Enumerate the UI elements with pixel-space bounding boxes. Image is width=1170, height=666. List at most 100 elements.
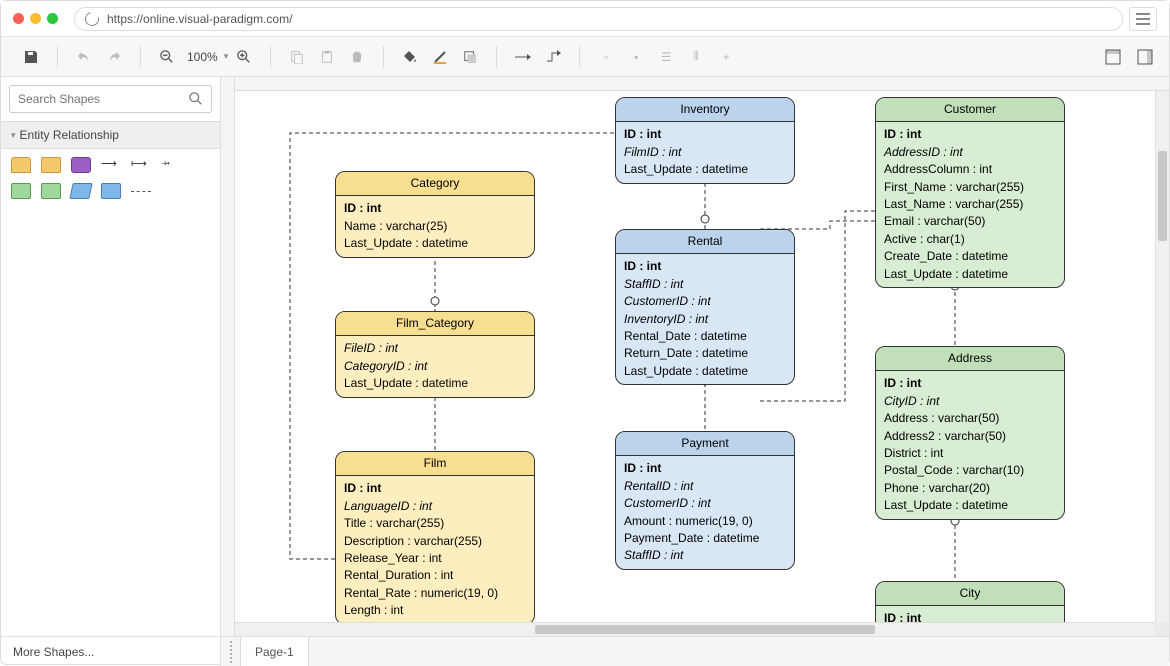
entity-attribute: Create_Date : datetime <box>884 248 1056 265</box>
sidebar: Entity Relationship ⟶ ⟼ ⤞ <box>1 77 221 636</box>
entity-attribute: CustomerID : int <box>624 293 786 310</box>
entity-body: ID : intName : varchar(25)Last_Update : … <box>336 196 534 256</box>
shape-entity-blue2[interactable] <box>101 183 121 199</box>
entity-attribute: Last_Name : varchar(255) <box>884 196 1056 213</box>
entity-rental[interactable]: Rental ID : intStaffID : intCustomerID :… <box>615 229 795 385</box>
entity-attribute: Amount : numeric(19, 0) <box>624 513 786 530</box>
shape-entity-yellow[interactable] <box>11 157 31 173</box>
shadow-button[interactable] <box>456 43 484 71</box>
entity-attribute: Description : varchar(255) <box>344 533 526 550</box>
horizontal-scrollbar[interactable] <box>235 622 1155 636</box>
more-shapes-button[interactable]: More Shapes... <box>1 637 221 666</box>
canvas-inner[interactable]: Category ID : intName : varchar(25)Last_… <box>235 91 1155 622</box>
save-button[interactable] <box>17 43 45 71</box>
fill-color-button[interactable] <box>396 43 424 71</box>
minimize-window-icon[interactable] <box>30 13 41 24</box>
main-area: Entity Relationship ⟶ ⟼ ⤞ <box>1 77 1169 636</box>
entity-inventory[interactable]: Inventory ID : intFilmID : intLast_Updat… <box>615 97 795 184</box>
url-bar[interactable]: https://online.visual-paradigm.com/ <box>74 7 1123 31</box>
entity-attribute: CityID : int <box>884 393 1056 410</box>
line-color-button[interactable] <box>426 43 454 71</box>
page-tab-1[interactable]: Page-1 <box>241 637 309 666</box>
shape-entity-purple[interactable] <box>71 157 91 173</box>
zoom-out-button[interactable] <box>153 43 181 71</box>
entity-attribute: StaffID : int <box>624 276 786 293</box>
url-text: https://online.visual-paradigm.com/ <box>107 12 292 26</box>
shape-search[interactable] <box>9 85 212 113</box>
tab-drag-handle[interactable] <box>221 637 241 666</box>
zoom-in-button[interactable] <box>230 43 258 71</box>
entity-address[interactable]: Address ID : intCityID : intAddress : va… <box>875 346 1065 520</box>
entity-city[interactable]: City ID : int <box>875 581 1065 622</box>
shape-line-3[interactable]: ⤞ <box>161 157 181 173</box>
entity-attribute: Last_Update : datetime <box>344 235 526 252</box>
entity-attribute: Last_Update : datetime <box>884 497 1056 514</box>
browser-bar: https://online.visual-paradigm.com/ <box>1 1 1169 37</box>
paste-button[interactable] <box>313 43 341 71</box>
shape-entity-blue[interactable] <box>69 183 92 199</box>
maximize-window-icon[interactable] <box>47 13 58 24</box>
shape-entity-green[interactable] <box>11 183 31 199</box>
shape-dashed-line[interactable] <box>131 191 151 199</box>
entity-attribute: AddressID : int <box>884 144 1056 161</box>
entity-attribute: Phone : varchar(20) <box>884 480 1056 497</box>
ruler-horizontal <box>221 77 1169 91</box>
waypoint-button[interactable] <box>539 43 567 71</box>
entity-attribute: Rental_Date : datetime <box>624 328 786 345</box>
entity-attribute: Rental_Duration : int <box>344 567 526 584</box>
align-button[interactable]: ☰ <box>652 43 680 71</box>
add-button[interactable]: + <box>712 43 740 71</box>
zoom-dropdown-icon[interactable]: ▾ <box>224 51 229 62</box>
entity-attribute: CustomerID : int <box>624 495 786 512</box>
window-controls <box>13 13 58 24</box>
to-back-button[interactable]: ▪ <box>622 43 650 71</box>
entity-category[interactable]: Category ID : intName : varchar(25)Last_… <box>335 171 535 258</box>
shape-entity-green2[interactable] <box>41 183 61 199</box>
entity-attribute: ID : int <box>344 480 526 497</box>
entity-attribute: Last_Update : datetime <box>624 363 786 380</box>
entity-attribute: Rental_Rate : numeric(19, 0) <box>344 585 526 602</box>
connector-style-button[interactable] <box>509 43 537 71</box>
panel-entity-relationship[interactable]: Entity Relationship <box>1 121 220 149</box>
menu-icon[interactable] <box>1129 7 1157 31</box>
entity-film[interactable]: Film ID : intLanguageID : intTitle : var… <box>335 451 535 622</box>
entity-attribute: Address : varchar(50) <box>884 410 1056 427</box>
entity-customer[interactable]: Customer ID : intAddressID : intAddressC… <box>875 97 1065 288</box>
entity-attribute: ID : int <box>884 375 1056 392</box>
delete-button[interactable] <box>343 43 371 71</box>
entity-attribute: Title : varchar(255) <box>344 515 526 532</box>
undo-button[interactable] <box>70 43 98 71</box>
shape-line-1[interactable]: ⟶ <box>101 157 121 173</box>
close-window-icon[interactable] <box>13 13 24 24</box>
copy-button[interactable] <box>283 43 311 71</box>
entity-attribute: Active : char(1) <box>884 231 1056 248</box>
distribute-button[interactable]: ⫴ <box>682 43 710 71</box>
zoom-level[interactable]: 100% <box>183 50 222 64</box>
redo-button[interactable] <box>100 43 128 71</box>
page-tabs: Page-1 <box>221 637 1169 666</box>
entity-attribute: FileID : int <box>344 340 526 357</box>
shape-line-2[interactable]: ⟼ <box>131 157 151 173</box>
format-panel-button[interactable] <box>1131 43 1159 71</box>
outline-panel-button[interactable] <box>1099 43 1127 71</box>
canvas[interactable]: Category ID : intName : varchar(25)Last_… <box>221 77 1169 636</box>
entity-attribute: Name : varchar(25) <box>344 218 526 235</box>
search-input[interactable] <box>18 92 189 106</box>
entity-attribute: CategoryID : int <box>344 358 526 375</box>
entity-attribute: ID : int <box>344 200 526 217</box>
entity-attribute: StaffID : int <box>624 547 786 564</box>
entity-attribute: Email : varchar(50) <box>884 213 1056 230</box>
search-icon[interactable] <box>189 92 203 106</box>
entity-attribute: Payment_Date : datetime <box>624 530 786 547</box>
reload-icon[interactable] <box>82 9 101 28</box>
entity-attribute: ID : int <box>884 126 1056 143</box>
shape-palette: ⟶ ⟼ ⤞ <box>1 149 220 207</box>
entity-attribute: Release_Year : int <box>344 550 526 567</box>
to-front-button[interactable]: ▫ <box>592 43 620 71</box>
entity-film-category[interactable]: Film_Category FileID : intCategoryID : i… <box>335 311 535 398</box>
entity-payment[interactable]: Payment ID : intRentalID : intCustomerID… <box>615 431 795 570</box>
vertical-scrollbar[interactable] <box>1155 91 1169 622</box>
footer: More Shapes... Page-1 <box>1 636 1169 666</box>
shape-entity-alt[interactable] <box>41 157 61 173</box>
entity-attribute: First_Name : varchar(255) <box>884 179 1056 196</box>
